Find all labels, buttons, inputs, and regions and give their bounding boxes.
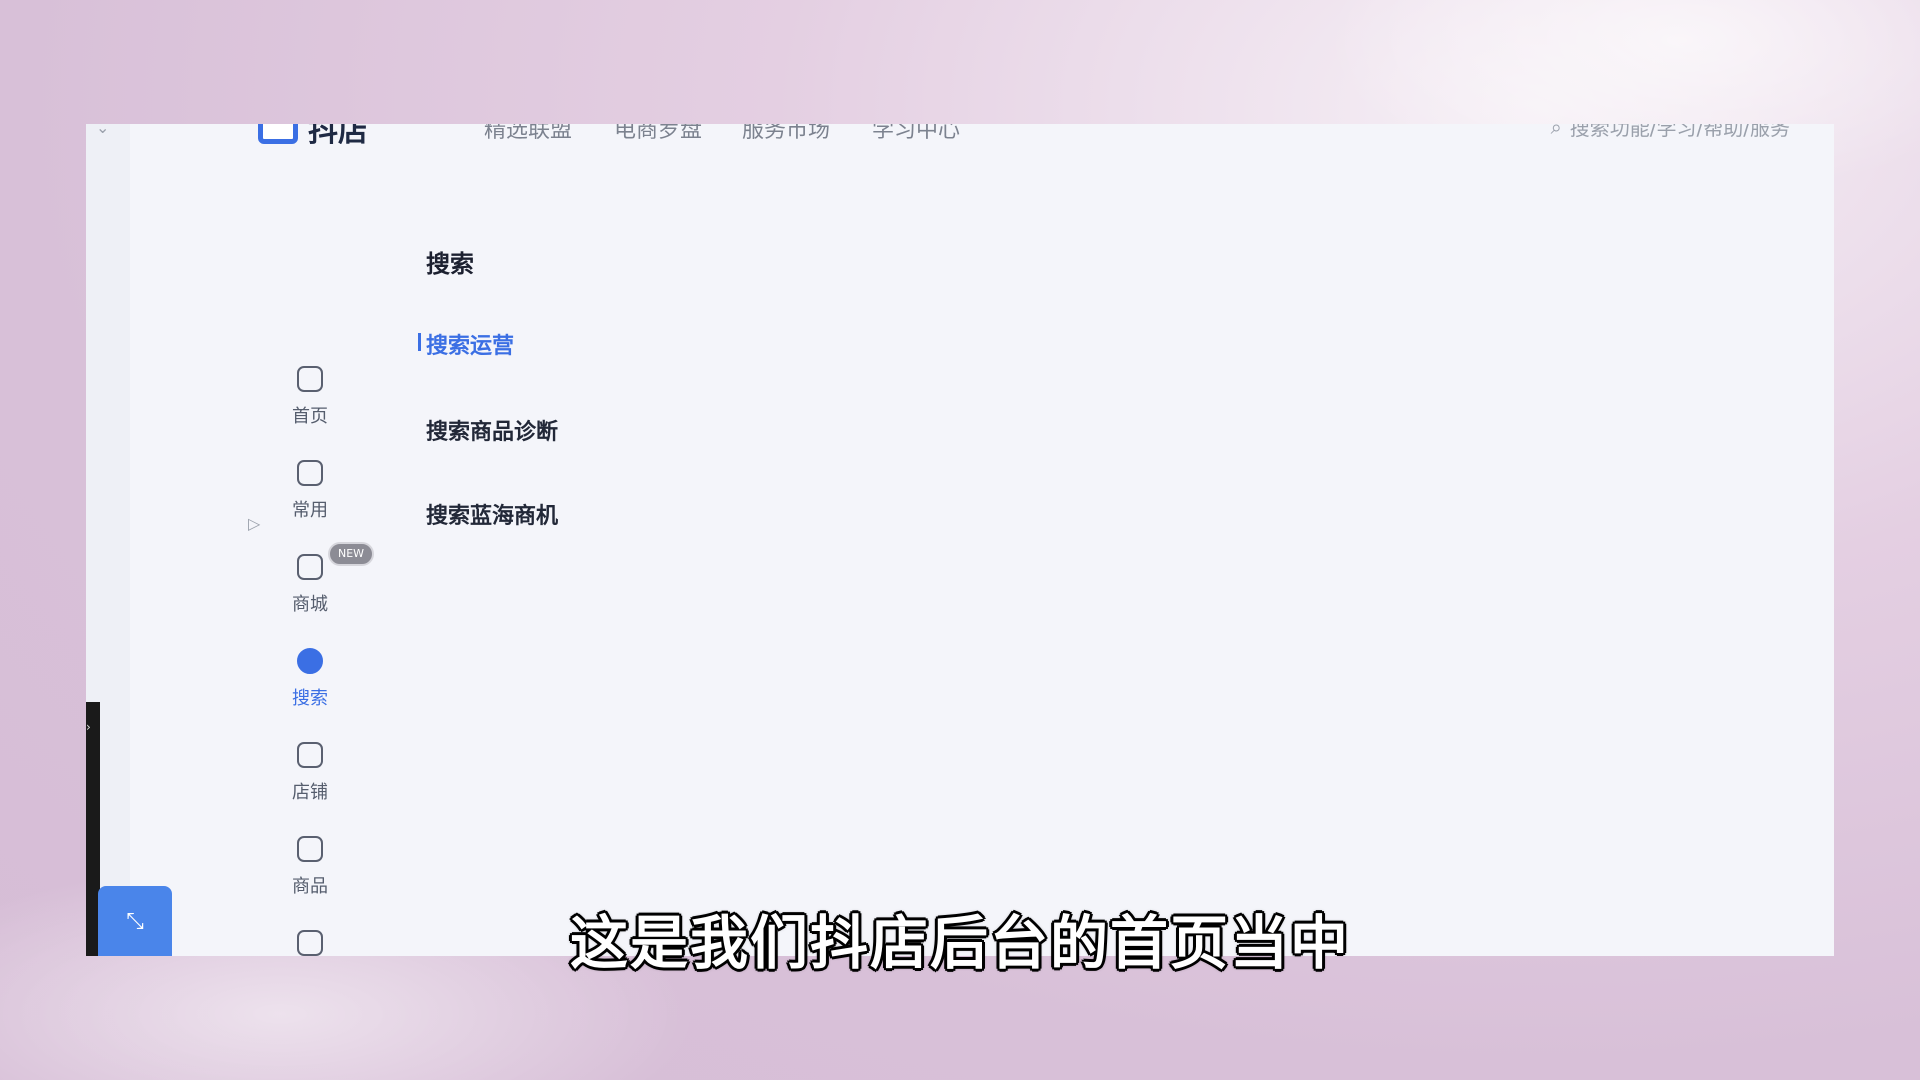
top-bar: 抖店 精选联盟 电商罗盘 服务市场 学习中心 ⌕ 搜索功能/学习/帮助/服务 — [86, 124, 1834, 144]
logo-icon[interactable] — [258, 124, 298, 144]
sidebar-item-home[interactable]: 首页 — [256, 366, 364, 446]
sidebar-item-label: 商城 — [292, 594, 328, 615]
nav-item-alliance[interactable]: 精选联盟 — [484, 124, 572, 144]
search-icon: ⌕ — [1550, 124, 1562, 139]
submenu-item-blue-ocean[interactable]: 搜索蓝海商机 — [426, 498, 558, 530]
sidebar-item-shop[interactable]: 店铺 — [256, 742, 364, 822]
search-placeholder: 搜索功能/学习/帮助/服务 — [1569, 124, 1790, 140]
sidebar-item-common[interactable]: 常用 — [256, 460, 364, 540]
home-icon — [297, 366, 323, 392]
arrow-right-icon[interactable]: › — [86, 720, 91, 734]
store-icon — [297, 554, 323, 580]
sidebar-item-label: 搜索 — [292, 688, 328, 709]
nav-item-market[interactable]: 服务市场 — [742, 124, 830, 144]
sidebar-item-label: 常用 — [292, 500, 328, 521]
sidebar-item-mall[interactable]: NEW 商城 — [256, 542, 374, 634]
search-icon — [297, 648, 323, 674]
mouse-cursor-icon: ▷ — [248, 514, 261, 533]
top-search[interactable]: ⌕ 搜索功能/学习/帮助/服务 — [1551, 124, 1790, 141]
folder-icon — [297, 460, 323, 486]
submenu-item-search-operations[interactable]: 搜索运营 — [417, 328, 514, 360]
logo-text[interactable]: 抖店 — [308, 124, 368, 144]
submenu-item-product-diagnosis[interactable]: 搜索商品诊断 — [426, 414, 558, 446]
new-badge: NEW — [328, 542, 374, 566]
sidebar-item-label: 商品 — [292, 876, 328, 897]
nav-item-compass[interactable]: 电商罗盘 — [614, 124, 702, 144]
sidebar-item-label: 店铺 — [292, 782, 328, 803]
submenu-title: 搜索 — [426, 250, 474, 278]
sidebar-item-label: 首页 — [292, 406, 328, 427]
bag-icon — [297, 836, 323, 862]
video-caption: 这是我们抖店后台的首页当中 — [569, 909, 1350, 977]
nav-item-learning[interactable]: 学习中心 — [872, 124, 960, 144]
sidebar-item-search[interactable]: 搜索 — [256, 648, 364, 728]
shop-icon — [297, 742, 323, 768]
app-screen: ⌄ 抖店 精选联盟 电商罗盘 服务市场 学习中心 ⌕ 搜索功能/学习/帮助/服务… — [86, 124, 1834, 956]
